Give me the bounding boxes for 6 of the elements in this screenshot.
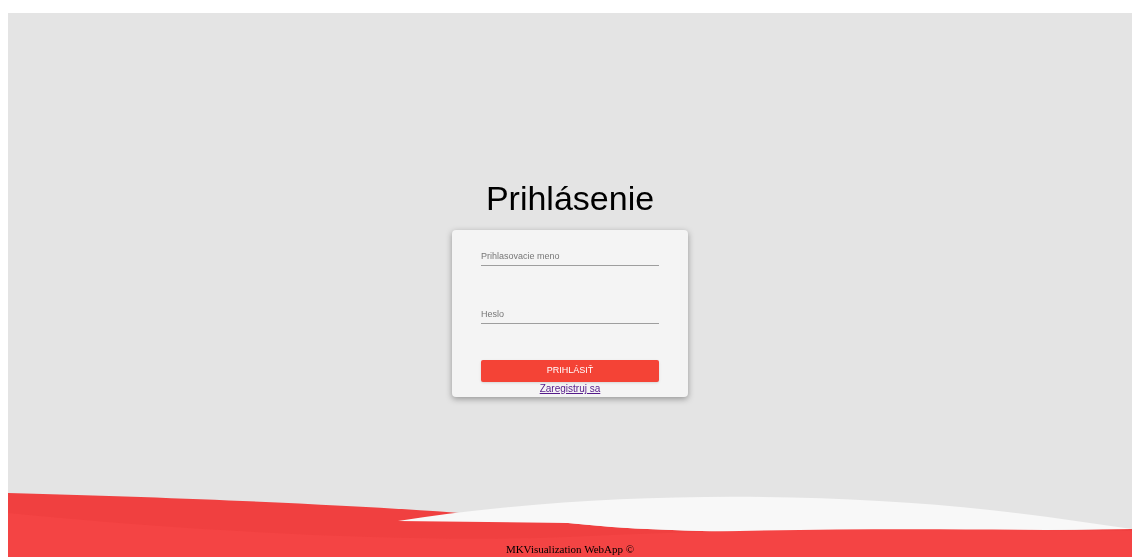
register-link[interactable]: Zaregistruj sa: [539, 382, 601, 395]
page-title: Prihlásenie: [485, 178, 655, 218]
footer-text: MKVisualization WebApp ©: [504, 542, 636, 556]
input-field[interactable]: Heslo: [481, 304, 659, 324]
login-button[interactable]: PRIHLÁSIŤ: [481, 360, 659, 382]
input-field[interactable]: Prihlasovacie meno: [481, 246, 659, 266]
